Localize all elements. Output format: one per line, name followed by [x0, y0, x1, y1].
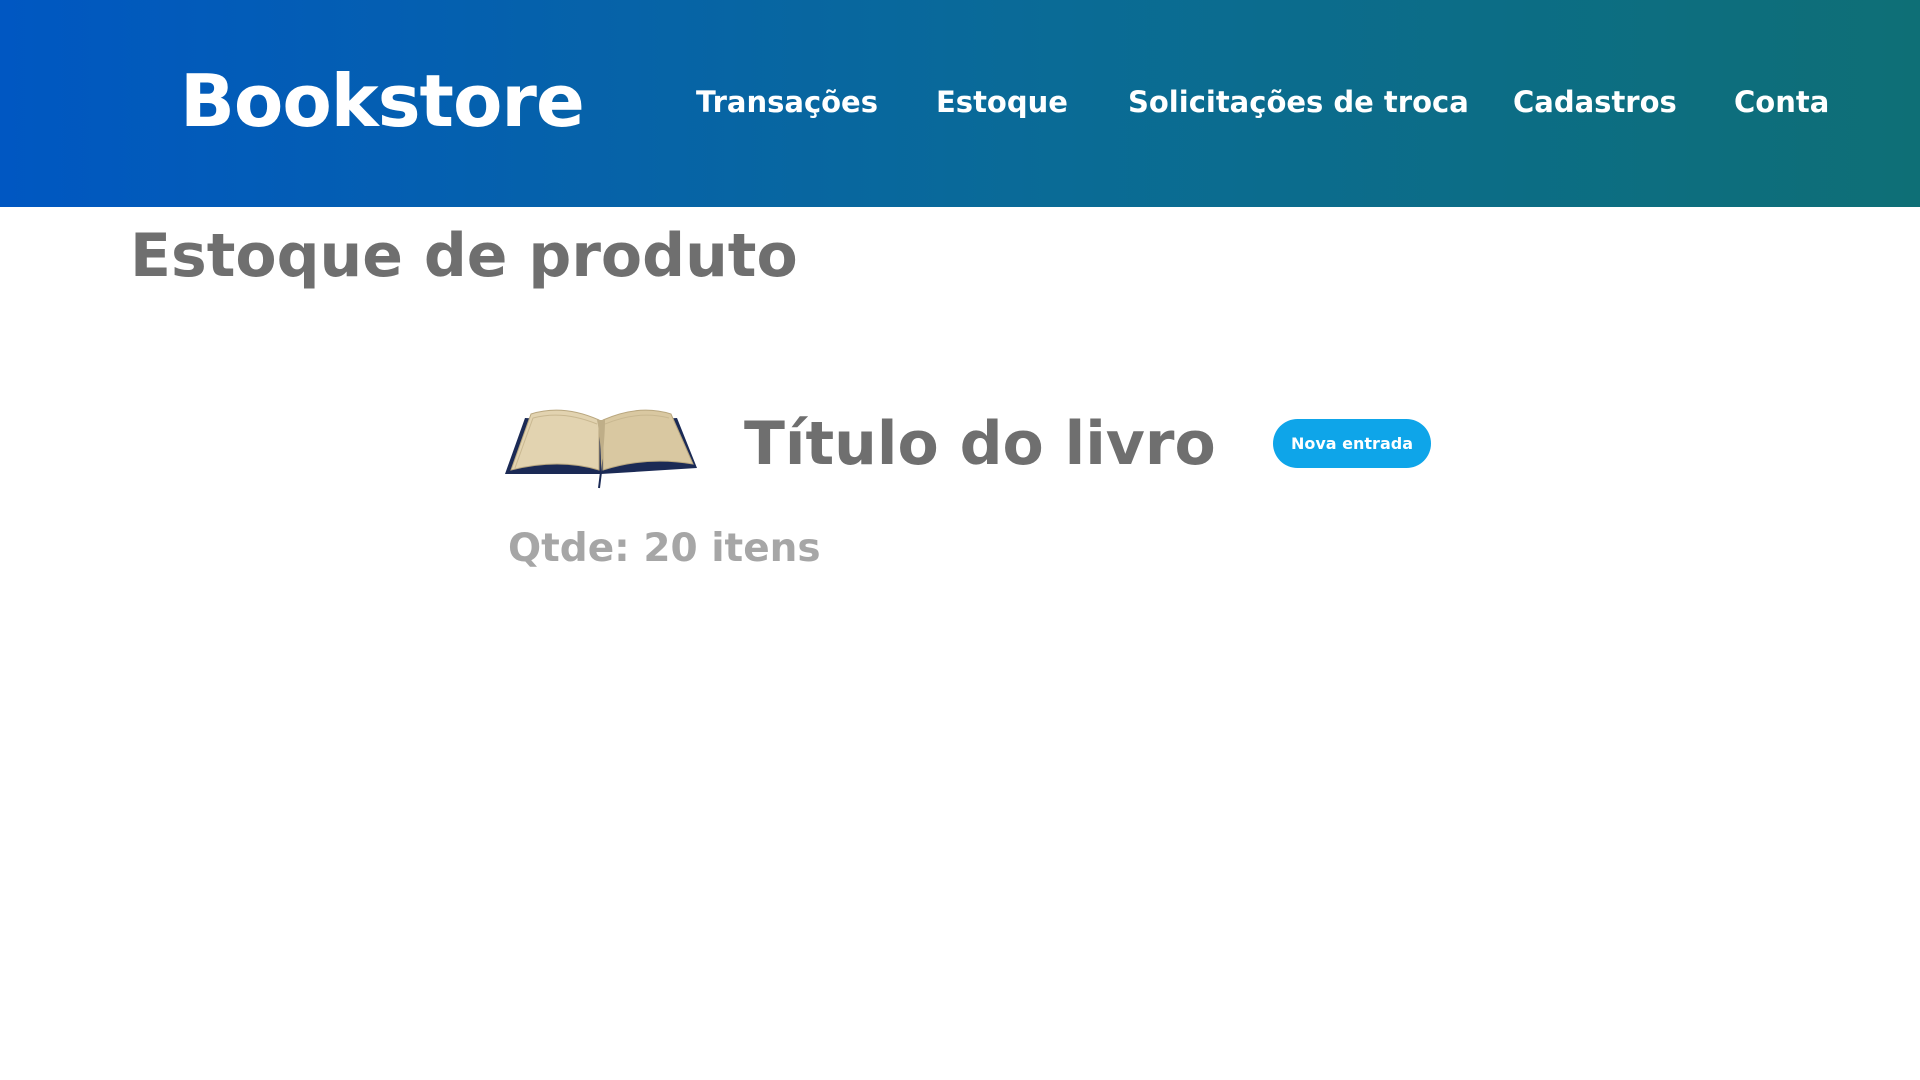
product-title: Título do livro	[744, 409, 1216, 479]
nav-item-cadastros[interactable]: Cadastros	[1513, 82, 1677, 122]
nav-item-transacoes[interactable]: Transações	[696, 82, 878, 122]
top-header: Bookstore Transações Estoque Solicitaçõe…	[0, 0, 1920, 207]
new-entry-button[interactable]: Nova entrada	[1273, 419, 1431, 468]
main-nav: Transações Estoque Solicitações de troca…	[0, 82, 1920, 122]
open-book-icon	[503, 398, 699, 490]
nav-item-solicitacoes-de-troca[interactable]: Solicitações de troca	[1128, 82, 1469, 122]
product-quantity: Qtde: 20 itens	[508, 526, 821, 571]
nav-item-estoque[interactable]: Estoque	[936, 82, 1068, 122]
page-title: Estoque de produto	[130, 221, 798, 291]
nav-item-conta[interactable]: Conta	[1734, 82, 1829, 122]
